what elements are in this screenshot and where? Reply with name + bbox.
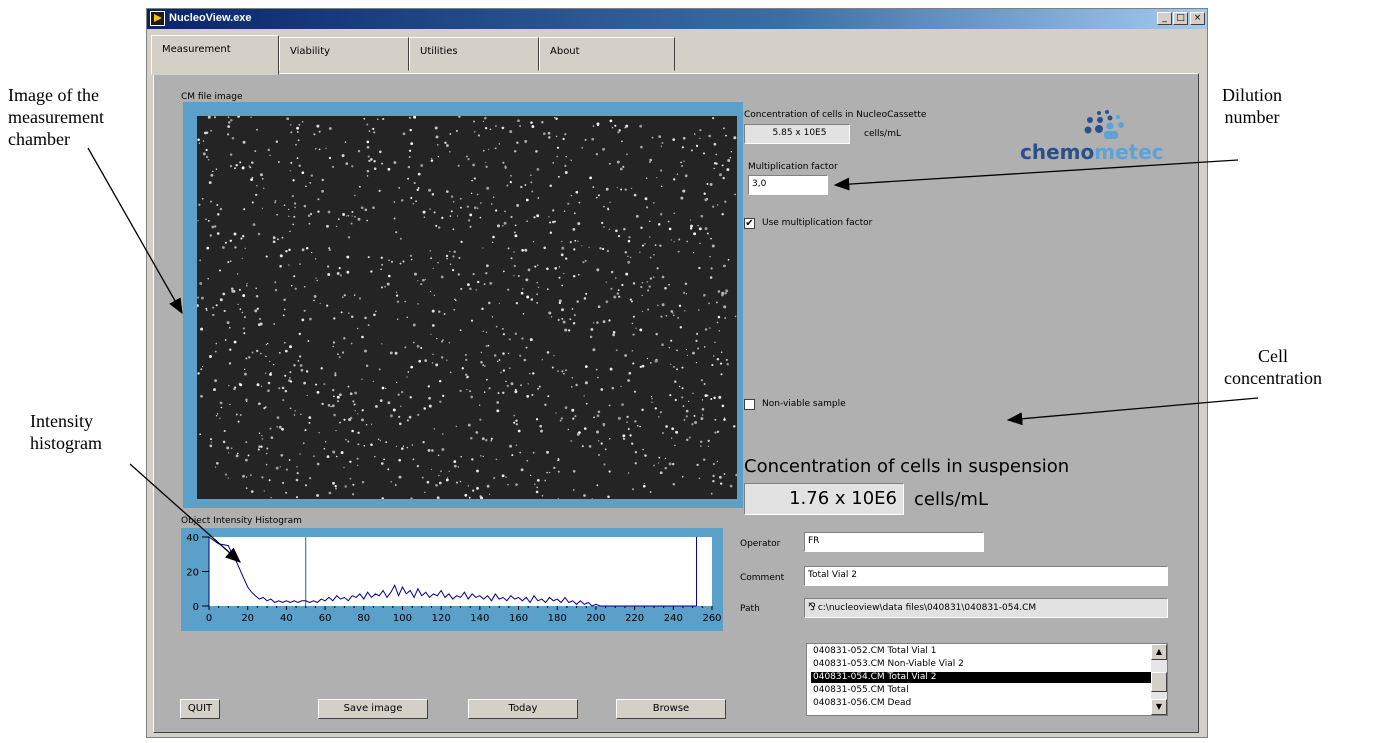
list-item[interactable]: 040831-055.CM Total — [813, 685, 1151, 696]
cassette-concentration-label: Concentration of cells in NucleoCassette — [744, 110, 927, 120]
app-icon — [150, 11, 165, 26]
close-button[interactable]: × — [1190, 12, 1205, 25]
x-tick-label: 160 — [509, 613, 528, 624]
annotation-image: Image of the measurement chamber — [8, 85, 104, 149]
x-tick-label: 80 — [357, 613, 370, 624]
x-tick-label: 20 — [241, 613, 254, 624]
y-tick-label: 40 — [186, 533, 199, 544]
y-tick-label: 20 — [186, 568, 199, 579]
x-tick-label: 120 — [432, 613, 451, 624]
comment-label: Comment — [740, 573, 785, 583]
multiplication-factor-label: Multiplication factor — [748, 162, 838, 172]
suspension-concentration-label: Concentration of cells in suspension — [744, 456, 1070, 477]
x-tick-label: 240 — [664, 613, 683, 624]
today-button[interactable]: Today — [468, 699, 578, 719]
histogram-plot-area — [209, 537, 712, 606]
window-title: NucleoView.exe — [169, 12, 252, 24]
operator-input[interactable]: FR — [804, 532, 984, 552]
cm-image-label: CM file image — [181, 92, 243, 102]
minimize-button[interactable]: _ — [1157, 12, 1172, 25]
non-viable-checkbox[interactable] — [744, 399, 755, 410]
x-tick-label: 60 — [319, 613, 332, 624]
tab-about[interactable]: About — [539, 37, 675, 71]
suspension-concentration-value: 1.76 x 10E6 — [744, 483, 904, 515]
tab-measurement[interactable]: Measurement — [151, 35, 279, 75]
save-image-button[interactable]: Save image — [318, 699, 428, 719]
y-tick-label: 0 — [193, 602, 199, 613]
measurement-chamber-image — [197, 116, 737, 499]
x-tick-label: 40 — [280, 613, 293, 624]
scroll-down-icon[interactable]: ▼ — [1151, 699, 1167, 715]
scroll-thumb[interactable] — [1151, 672, 1167, 692]
cassette-unit: cells/mL — [864, 129, 901, 139]
path-label: Path — [740, 604, 760, 614]
x-tick-label: 100 — [393, 613, 412, 624]
x-tick-label: 180 — [548, 613, 567, 624]
x-tick-label: 200 — [586, 613, 605, 624]
x-tick-label: 0 — [206, 613, 212, 624]
browse-button[interactable]: Browse — [616, 699, 726, 719]
list-item-selected[interactable]: 040831-054.CM Total Vial 2 — [811, 672, 1153, 683]
list-item[interactable]: 040831-052.CM Total Vial 1 — [813, 646, 1151, 657]
x-tick-label: 140 — [470, 613, 489, 624]
x-tick-label: 260 — [702, 613, 721, 624]
file-list[interactable]: 040831-052.CM Total Vial 1 040831-053.CM… — [806, 643, 1168, 716]
use-multiplication-checkbox[interactable]: ✔ — [744, 218, 755, 229]
tab-viability[interactable]: Viability — [279, 37, 409, 71]
path-field[interactable]: ⅋ c:\nucleoview\data files\040831\040831-… — [804, 598, 1168, 618]
path-browse-icon[interactable]: ⅋ — [808, 602, 816, 613]
cassette-concentration-value: 5.85 x 10E5 — [744, 124, 850, 144]
comment-input[interactable]: Total Vial 2 — [804, 566, 1168, 586]
annotation-dilution: Dilution number — [1222, 85, 1283, 127]
quit-button[interactable]: QUIT — [180, 699, 220, 719]
operator-label: Operator — [740, 539, 781, 549]
maximize-button[interactable]: □ — [1173, 12, 1188, 25]
suspension-unit: cells/mL — [914, 489, 988, 510]
path-value: c:\nucleoview\data files\040831\040831-0… — [817, 603, 1037, 613]
annotation-cell-concentration: Cell concentration — [1224, 346, 1322, 388]
multiplication-factor-input[interactable]: 3,0 — [748, 175, 828, 195]
scroll-up-icon[interactable]: ▲ — [1151, 644, 1167, 660]
list-item[interactable]: 040831-053.CM Non-Viable Vial 2 — [813, 659, 1151, 670]
x-tick-label: 220 — [625, 613, 644, 624]
chemometec-logo: chemometec — [1020, 140, 1164, 164]
list-item[interactable]: 040831-056.CM Dead — [813, 698, 1151, 709]
annotation-histogram: Intensity histogram — [30, 411, 102, 453]
chemometec-logo-mark — [1084, 110, 1124, 139]
tab-utilities[interactable]: Utilities — [409, 37, 539, 71]
histogram-label: Object Intensity Histogram — [181, 516, 302, 526]
title-bar[interactable]: NucleoView.exe _ □ × — [147, 9, 1207, 29]
intensity-histogram: 0 20 40 60 80 100 120 140 160 180 200 220 240 2604020… — [186, 533, 721, 624]
non-viable-label: Non-viable sample — [762, 399, 846, 409]
file-list-scrollbar[interactable]: ▲ ▼ — [1151, 644, 1167, 715]
use-multiplication-label: Use multiplication factor — [762, 218, 873, 228]
